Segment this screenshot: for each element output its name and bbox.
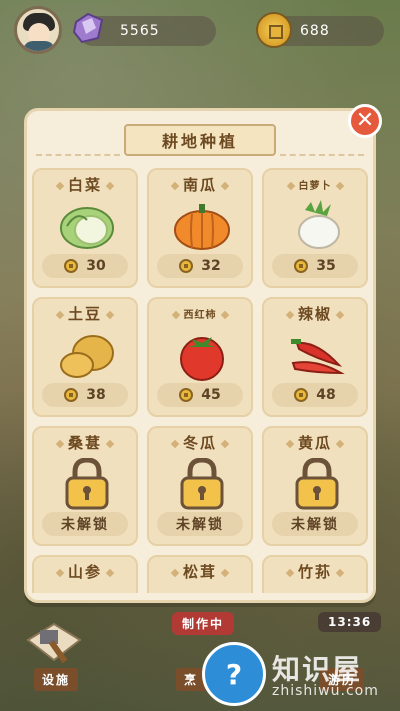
crop-name: 南瓜 — [149, 174, 251, 195]
watermark-url: zhishiwu.com — [272, 683, 379, 699]
price-value: 32 — [201, 258, 221, 274]
crop-card-radish[interactable]: 白萝卜 35 — [262, 168, 368, 288]
lock-status: 未解锁 — [157, 512, 243, 536]
price-value: 45 — [201, 387, 221, 403]
crop-price: 45 — [157, 383, 243, 407]
crop-card-cucumber[interactable]: 黄瓜 未解锁 — [262, 426, 368, 546]
help-button[interactable]: ? — [202, 642, 266, 706]
crop-grid: 白菜 30 南瓜 32 白萝卜 35 土豆 38 西红柿 45 辣椒 48 桑葚… — [32, 168, 368, 593]
price-value: 48 — [316, 387, 336, 403]
player-avatar[interactable] — [14, 6, 62, 54]
crop-price: 30 — [42, 254, 128, 278]
coin-icon — [64, 388, 79, 402]
crop-card-cabbage[interactable]: 白菜 30 — [32, 168, 138, 288]
lock-status: 未解锁 — [42, 512, 128, 536]
help-icon: ? — [225, 657, 243, 691]
pumpkin-icon — [174, 204, 230, 250]
crop-card-tomato[interactable]: 西红柿 45 — [147, 297, 253, 417]
price-value: 38 — [86, 387, 106, 403]
crop-price: 35 — [272, 254, 358, 278]
crop-name: 辣椒 — [264, 303, 366, 324]
crop-name: 冬瓜 — [149, 432, 251, 453]
crop-name: 黄瓜 — [264, 432, 366, 453]
gem-count: 5565 — [120, 23, 160, 39]
title-divider-left — [36, 154, 120, 156]
close-icon: ✕ — [355, 108, 375, 133]
lock-icon — [65, 458, 109, 510]
crop-price: 48 — [272, 383, 358, 407]
coin-icon — [179, 259, 194, 273]
coin-icon — [64, 259, 79, 273]
tomato-icon — [180, 337, 224, 381]
crop-price: 38 — [42, 383, 128, 407]
crop-name: 桑葚 — [34, 432, 136, 453]
crop-name: 西红柿 — [149, 306, 251, 321]
crop-name: 山参 — [34, 561, 136, 582]
crop-name: 白菜 — [34, 174, 136, 195]
lock-icon — [180, 458, 224, 510]
crop-card-matsutake[interactable]: 松茸 — [147, 555, 253, 593]
crop-card-potato[interactable]: 土豆 38 — [32, 297, 138, 417]
crop-name: 白萝卜 — [264, 177, 366, 192]
crop-name: 竹荪 — [264, 561, 366, 582]
crop-card-mulberry[interactable]: 桑葚 未解锁 — [32, 426, 138, 546]
coin-icon — [294, 259, 309, 273]
watermark-text: 知识屋 — [272, 653, 363, 686]
hammer-icon[interactable] — [24, 620, 84, 670]
travel-timer: 13:36 — [318, 612, 382, 632]
settings-label[interactable]: 设施 — [34, 668, 79, 691]
gem-icon — [72, 12, 104, 44]
potato-icon — [60, 335, 114, 378]
crop-card-bamboo-fungus[interactable]: 竹荪 — [262, 555, 368, 593]
close-button[interactable]: ✕ — [348, 104, 382, 138]
crop-card-wintermelon[interactable]: 冬瓜 未解锁 — [147, 426, 253, 546]
lock-status: 未解锁 — [272, 512, 358, 536]
price-value: 35 — [316, 258, 336, 274]
coin-count: 688 — [300, 23, 330, 39]
chili-icon — [291, 339, 345, 375]
crop-card-chili[interactable]: 辣椒 48 — [262, 297, 368, 417]
crop-card-ginseng[interactable]: 山参 — [32, 555, 138, 593]
crop-name: 松茸 — [149, 561, 251, 582]
coin-icon — [256, 12, 292, 48]
coin-icon — [179, 388, 194, 402]
crop-card-pumpkin[interactable]: 南瓜 32 — [147, 168, 253, 288]
radish-icon — [298, 200, 340, 249]
price-value: 30 — [86, 258, 106, 274]
lock-icon — [295, 458, 339, 510]
cooking-status-badge: 制作中 — [172, 612, 235, 635]
crop-price: 32 — [157, 254, 243, 278]
coin-icon — [294, 388, 309, 402]
title-divider-right — [280, 154, 364, 156]
modal-title: 耕地种植 — [124, 124, 276, 156]
cabbage-icon — [60, 207, 114, 249]
crop-name: 土豆 — [34, 303, 136, 324]
